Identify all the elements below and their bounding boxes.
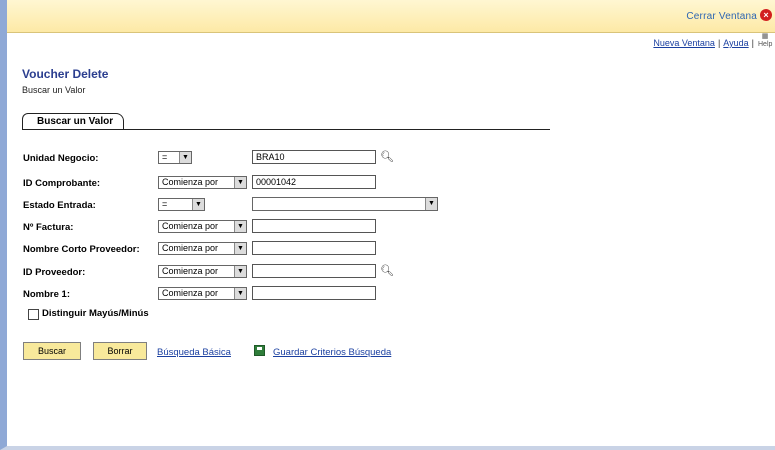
help-link[interactable]: Ayuda [723, 38, 748, 48]
help-icon-text: Help [758, 41, 773, 48]
close-icon[interactable]: × [760, 9, 772, 21]
voucher-id-input[interactable]: 00001042 [252, 175, 376, 189]
search-icon[interactable]: 🔍︎ [380, 264, 394, 277]
voucher-id-label: ID Comprobante: [23, 178, 101, 189]
name-1-input[interactable] [252, 286, 376, 300]
operator-value: = [162, 199, 168, 209]
vendor-short-name-label: Nombre Corto Proveedor: [23, 244, 140, 255]
page-subtitle: Buscar un Valor [22, 85, 86, 95]
vendor-id-input[interactable] [252, 264, 376, 278]
page-title: Voucher Delete [22, 67, 109, 81]
chevron-down-icon[interactable]: ▼ [234, 221, 246, 232]
top-bar: Cerrar Ventana × [7, 0, 775, 33]
invoice-number-label: Nº Factura: [23, 222, 74, 233]
search-button[interactable]: Buscar [23, 342, 81, 360]
new-window-link[interactable]: Nueva Ventana [653, 38, 715, 48]
vendor-id-label: ID Proveedor: [23, 267, 86, 278]
help-icon[interactable]: ▦ Help [758, 33, 772, 51]
invoice-number-input[interactable] [252, 219, 376, 233]
window-frame [0, 0, 775, 450]
tab-search-value[interactable]: Buscar un Valor [22, 113, 125, 130]
vendor-short-name-input[interactable] [252, 241, 376, 255]
voucher-id-operator-select[interactable]: Comienza por ▼ [158, 176, 247, 189]
chevron-down-icon[interactable]: ▼ [234, 243, 246, 254]
operator-value: = [162, 152, 168, 162]
chevron-down-icon[interactable]: ▼ [234, 177, 246, 188]
chevron-down-icon[interactable]: ▼ [192, 199, 204, 210]
name-1-operator-select[interactable]: Comienza por ▼ [158, 287, 247, 300]
name-1-label: Nombre 1: [23, 289, 70, 300]
chevron-down-icon[interactable]: ▼ [179, 152, 191, 163]
save-search-criteria-link[interactable]: Guardar Criterios Búsqueda [273, 347, 391, 358]
close-window-link[interactable]: Cerrar Ventana [686, 11, 757, 22]
business-unit-label: Unidad Negocio: [23, 153, 99, 164]
chevron-down-icon[interactable]: ▼ [234, 266, 246, 277]
business-unit-input[interactable]: BRA10 [252, 150, 376, 164]
entry-status-operator-select[interactable]: = ▼ [158, 198, 205, 211]
business-unit-operator-select[interactable]: = ▼ [158, 151, 192, 164]
link-separator: | [751, 38, 754, 48]
search-icon[interactable]: 🔍︎ [380, 150, 394, 163]
invoice-number-operator-select[interactable]: Comienza por ▼ [158, 220, 247, 233]
entry-status-label: Estado Entrada: [23, 200, 96, 211]
entry-status-select[interactable]: ▼ [252, 197, 438, 211]
operator-value: Comienza por [162, 266, 219, 276]
case-sensitive-checkbox[interactable] [28, 309, 39, 320]
case-sensitive-label: Distinguir Mayús/Minús [42, 308, 149, 319]
operator-value: Comienza por [162, 288, 219, 298]
chevron-down-icon[interactable]: ▼ [425, 198, 437, 210]
save-icon[interactable] [254, 345, 265, 356]
tab-underline [22, 129, 550, 130]
operator-value: Comienza por [162, 243, 219, 253]
vendor-short-name-operator-select[interactable]: Comienza por ▼ [158, 242, 247, 255]
top-links: Nueva Ventana | Ayuda | [653, 38, 757, 48]
operator-value: Comienza por [162, 221, 219, 231]
vendor-id-operator-select[interactable]: Comienza por ▼ [158, 265, 247, 278]
operator-value: Comienza por [162, 177, 219, 187]
chevron-down-icon[interactable]: ▼ [234, 288, 246, 299]
link-separator: | [717, 38, 721, 48]
basic-search-link[interactable]: Búsqueda Básica [157, 347, 231, 358]
clear-button[interactable]: Borrar [93, 342, 147, 360]
